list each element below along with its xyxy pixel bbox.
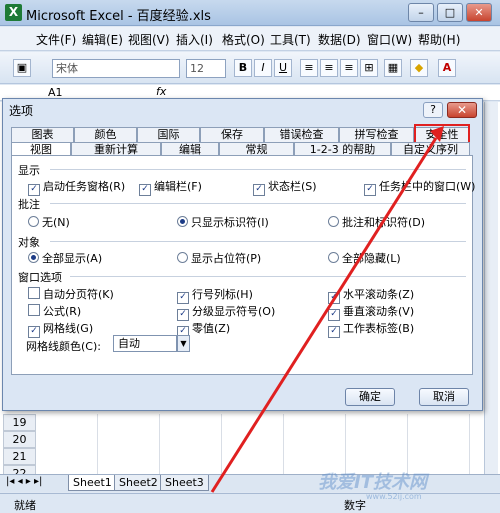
watermark-url: www.52ij.com <box>366 492 422 501</box>
arrow-line <box>210 137 438 493</box>
annotation-arrow <box>210 126 444 493</box>
arrow-head-icon <box>430 126 444 142</box>
watermark-logo: 我爱IT技术网 <box>318 472 427 493</box>
